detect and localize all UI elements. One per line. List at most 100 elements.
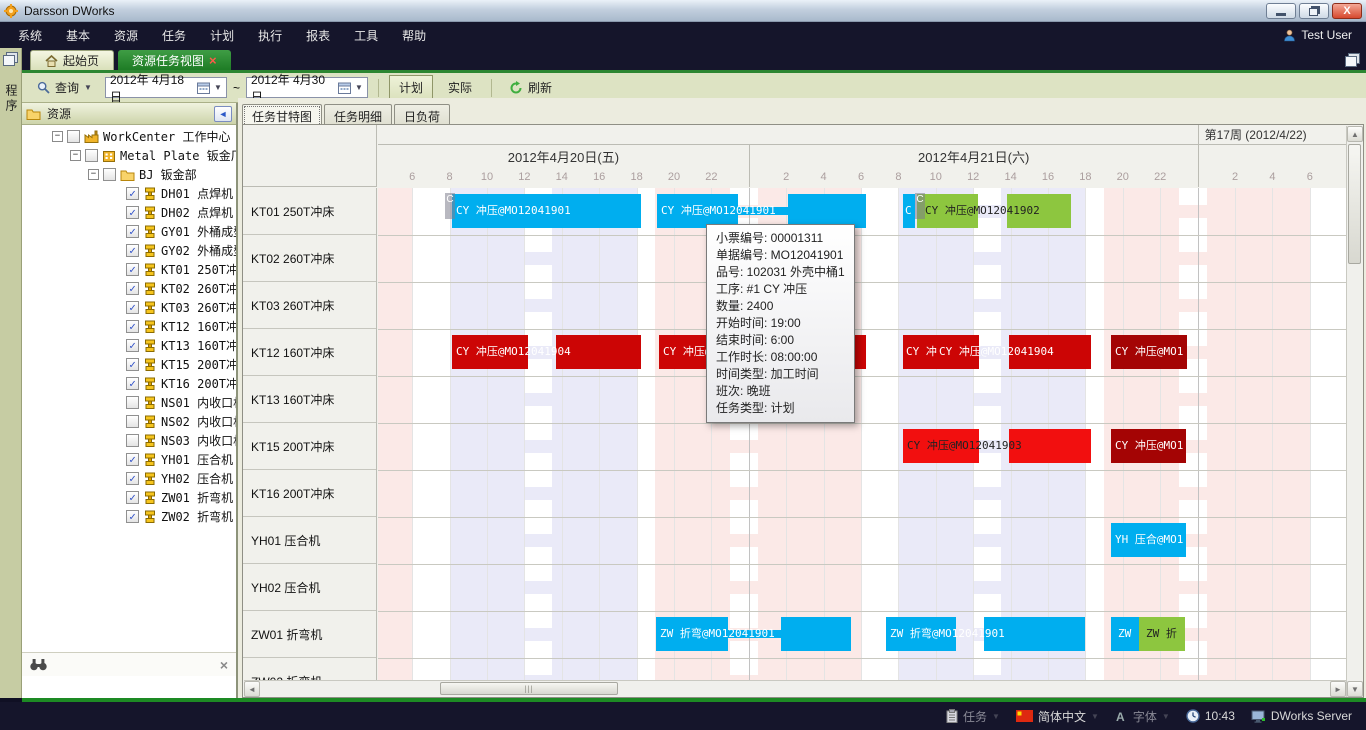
- task-bar[interactable]: [1111, 335, 1187, 369]
- minimize-button[interactable]: [1266, 3, 1296, 19]
- scroll-left-icon[interactable]: ◄: [244, 681, 260, 697]
- tree-checkbox[interactable]: [103, 168, 116, 181]
- tree-node[interactable]: ✓KT01 250T冲床: [22, 260, 236, 279]
- tree-checkbox[interactable]: ✓: [126, 339, 139, 352]
- tree-expander-icon[interactable]: −: [70, 150, 81, 161]
- task-bar[interactable]: [657, 194, 738, 228]
- user-area[interactable]: Test User: [1283, 22, 1352, 48]
- document-tab[interactable]: 起始页: [30, 50, 114, 70]
- horizontal-scrollbar[interactable]: ◄ ||| ►: [244, 680, 1346, 696]
- tree-node[interactable]: NS02 内收口机: [22, 412, 236, 431]
- task-bar[interactable]: [1009, 429, 1091, 463]
- tree-checkbox[interactable]: ✓: [126, 244, 139, 257]
- task-bar[interactable]: [556, 335, 641, 369]
- tree-expander-icon[interactable]: −: [88, 169, 99, 180]
- task-bar[interactable]: [1111, 523, 1186, 557]
- tree-node[interactable]: ✓KT03 260T冲床: [22, 298, 236, 317]
- statusbar-item[interactable]: 10:43: [1186, 709, 1235, 723]
- tree-node[interactable]: NS01 内收口机: [22, 393, 236, 412]
- tree-checkbox[interactable]: ✓: [126, 263, 139, 276]
- menu-item[interactable]: 报表: [294, 23, 342, 48]
- task-bar[interactable]: [452, 335, 528, 369]
- binoculars-icon[interactable]: [30, 658, 47, 671]
- tree-node[interactable]: −WorkCenter 工作中心: [22, 127, 236, 146]
- task-bar[interactable]: [1111, 429, 1186, 463]
- tree-node[interactable]: NS03 内收口机: [22, 431, 236, 450]
- task-bar[interactable]: [917, 194, 978, 228]
- task-bar[interactable]: [788, 194, 866, 228]
- tree-checkbox[interactable]: ✓: [126, 187, 139, 200]
- task-bar[interactable]: [452, 194, 641, 228]
- task-bar[interactable]: [886, 617, 956, 651]
- task-bar[interactable]: [656, 617, 728, 651]
- task-bar[interactable]: [903, 429, 979, 463]
- tree-node[interactable]: ✓KT02 260T冲床: [22, 279, 236, 298]
- document-tab[interactable]: 资源任务视图×: [118, 50, 231, 70]
- menu-item[interactable]: 系统: [6, 23, 54, 48]
- tree-node[interactable]: ✓KT13 160T冲床: [22, 336, 236, 355]
- task-bar[interactable]: [903, 194, 915, 228]
- tree-checkbox[interactable]: [126, 396, 139, 409]
- collapsed-panel-strip[interactable]: 程序: [0, 48, 22, 698]
- tree-node[interactable]: ✓YH02 压合机: [22, 469, 236, 488]
- task-bar[interactable]: [738, 207, 788, 215]
- tree-node[interactable]: ✓KT16 200T冲床: [22, 374, 236, 393]
- statusbar-item[interactable]: A字体▼: [1115, 708, 1170, 725]
- vscroll-thumb[interactable]: [1348, 144, 1361, 264]
- tree-checkbox[interactable]: ✓: [126, 491, 139, 504]
- hscroll-thumb[interactable]: |||: [440, 682, 618, 695]
- task-bar[interactable]: [728, 630, 781, 638]
- tree-node[interactable]: ✓YH01 压合机: [22, 450, 236, 469]
- statusbar-item[interactable]: 简体中文▼: [1016, 708, 1099, 725]
- tree-checkbox[interactable]: [126, 434, 139, 447]
- actual-toggle-button[interactable]: 实际: [439, 76, 481, 99]
- tree-checkbox[interactable]: ✓: [126, 282, 139, 295]
- tree-checkbox[interactable]: ✓: [126, 377, 139, 390]
- tree-node[interactable]: ✓ZW01 折弯机: [22, 488, 236, 507]
- task-bar[interactable]: [1111, 617, 1139, 651]
- tree-node[interactable]: ✓DH01 点焊机: [22, 184, 236, 203]
- task-bar[interactable]: [984, 617, 1085, 651]
- date-to-field[interactable]: 2012年 4月30日 ▼: [246, 77, 368, 98]
- scroll-up-icon[interactable]: ▲: [1347, 126, 1363, 142]
- tree-checkbox[interactable]: [85, 149, 98, 162]
- tree-expander-icon[interactable]: −: [52, 131, 63, 142]
- tree-checkbox[interactable]: ✓: [126, 320, 139, 333]
- clear-filter-icon[interactable]: ×: [220, 657, 228, 673]
- task-bar[interactable]: [1007, 194, 1071, 228]
- tree-node[interactable]: ✓DH02 点焊机: [22, 203, 236, 222]
- tree-checkbox[interactable]: ✓: [126, 358, 139, 371]
- menu-item[interactable]: 资源: [102, 23, 150, 48]
- close-button[interactable]: X: [1332, 3, 1362, 19]
- refresh-button[interactable]: 刷新: [502, 76, 559, 99]
- tree-checkbox[interactable]: ✓: [126, 301, 139, 314]
- task-bar[interactable]: [903, 335, 979, 369]
- date-from-field[interactable]: 2012年 4月18日 ▼: [105, 77, 227, 98]
- restore-button[interactable]: [1299, 3, 1329, 19]
- plan-toggle-button[interactable]: 计划: [389, 75, 433, 100]
- tree-checkbox[interactable]: ✓: [126, 225, 139, 238]
- collapse-panel-button[interactable]: ◄: [214, 106, 232, 122]
- statusbar-item[interactable]: DWorks Server: [1251, 709, 1352, 723]
- tree-node[interactable]: ✓KT15 200T冲床: [22, 355, 236, 374]
- tree-node[interactable]: −BJ 钣金部: [22, 165, 236, 184]
- tree-node[interactable]: ✓ZW02 折弯机: [22, 507, 236, 526]
- tree-checkbox[interactable]: ✓: [126, 206, 139, 219]
- menu-item[interactable]: 执行: [246, 23, 294, 48]
- tree-node[interactable]: ✓GY02 外桶成型机: [22, 241, 236, 260]
- tree-checkbox[interactable]: ✓: [126, 510, 139, 523]
- task-bar[interactable]: [781, 617, 851, 651]
- tree-node[interactable]: ✓KT12 160T冲床: [22, 317, 236, 336]
- task-bar[interactable]: [1139, 617, 1185, 651]
- task-bar[interactable]: [1009, 335, 1091, 369]
- scroll-right-icon[interactable]: ►: [1330, 681, 1346, 697]
- menu-item[interactable]: 帮助: [390, 23, 438, 48]
- tree-checkbox[interactable]: [67, 130, 80, 143]
- close-tab-icon[interactable]: ×: [209, 54, 217, 67]
- scroll-down-icon[interactable]: ▼: [1347, 681, 1363, 697]
- tree-checkbox[interactable]: ✓: [126, 472, 139, 485]
- vertical-scrollbar[interactable]: ▲ ▼: [1346, 126, 1362, 697]
- tree-checkbox[interactable]: [126, 415, 139, 428]
- menu-item[interactable]: 任务: [150, 23, 198, 48]
- tab-overflow-icon[interactable]: [1345, 53, 1360, 66]
